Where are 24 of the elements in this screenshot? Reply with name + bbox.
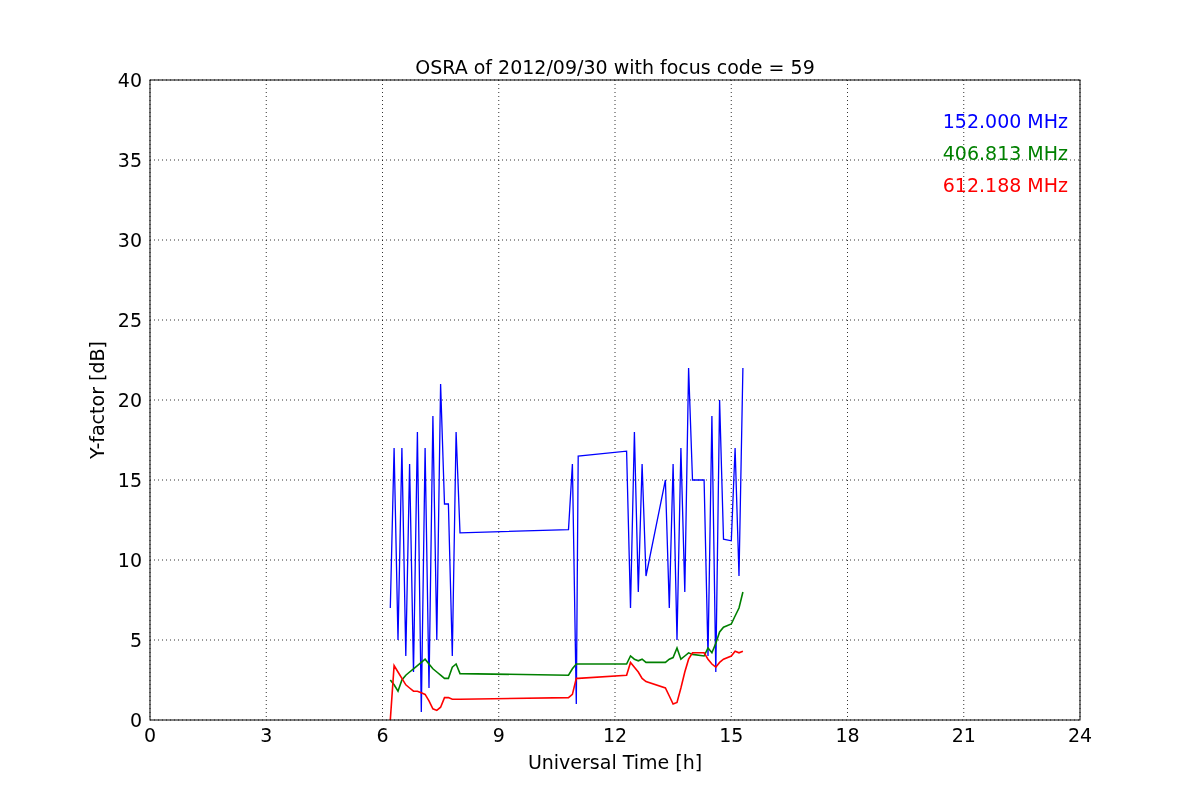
tick-label: 24 [1067, 724, 1093, 746]
tick-label: 30 [117, 229, 142, 251]
tick-label: 25 [117, 309, 142, 331]
axis-label: Universal Time [h] [527, 751, 703, 773]
chart-title: OSRA of 2012/09/30 with focus code = 59 [415, 56, 815, 78]
legend-label: 612.188 MHz [942, 174, 1068, 196]
tick-label: 15 [719, 724, 744, 746]
tick-label: 40 [117, 69, 142, 91]
tick-label: 12 [602, 724, 628, 746]
tick-label: 5 [129, 629, 142, 651]
tick-label: 21 [951, 724, 976, 746]
tick-label: 6 [376, 724, 389, 746]
tick-label: 15 [117, 469, 142, 491]
tick-label: 10 [117, 549, 142, 571]
tick-label: 0 [129, 709, 142, 731]
tick-label: 0 [143, 724, 157, 746]
tick-label: 3 [260, 724, 273, 746]
legend-label: 406.813 MHz [942, 142, 1068, 164]
tick-label: 35 [117, 149, 142, 171]
axis-label: Y-factor [dB] [86, 341, 108, 459]
tick-label: 20 [117, 389, 142, 411]
legend-label: 152.000 MHz [942, 110, 1068, 132]
tick-label: 18 [835, 724, 860, 746]
tick-label: 9 [492, 724, 505, 746]
